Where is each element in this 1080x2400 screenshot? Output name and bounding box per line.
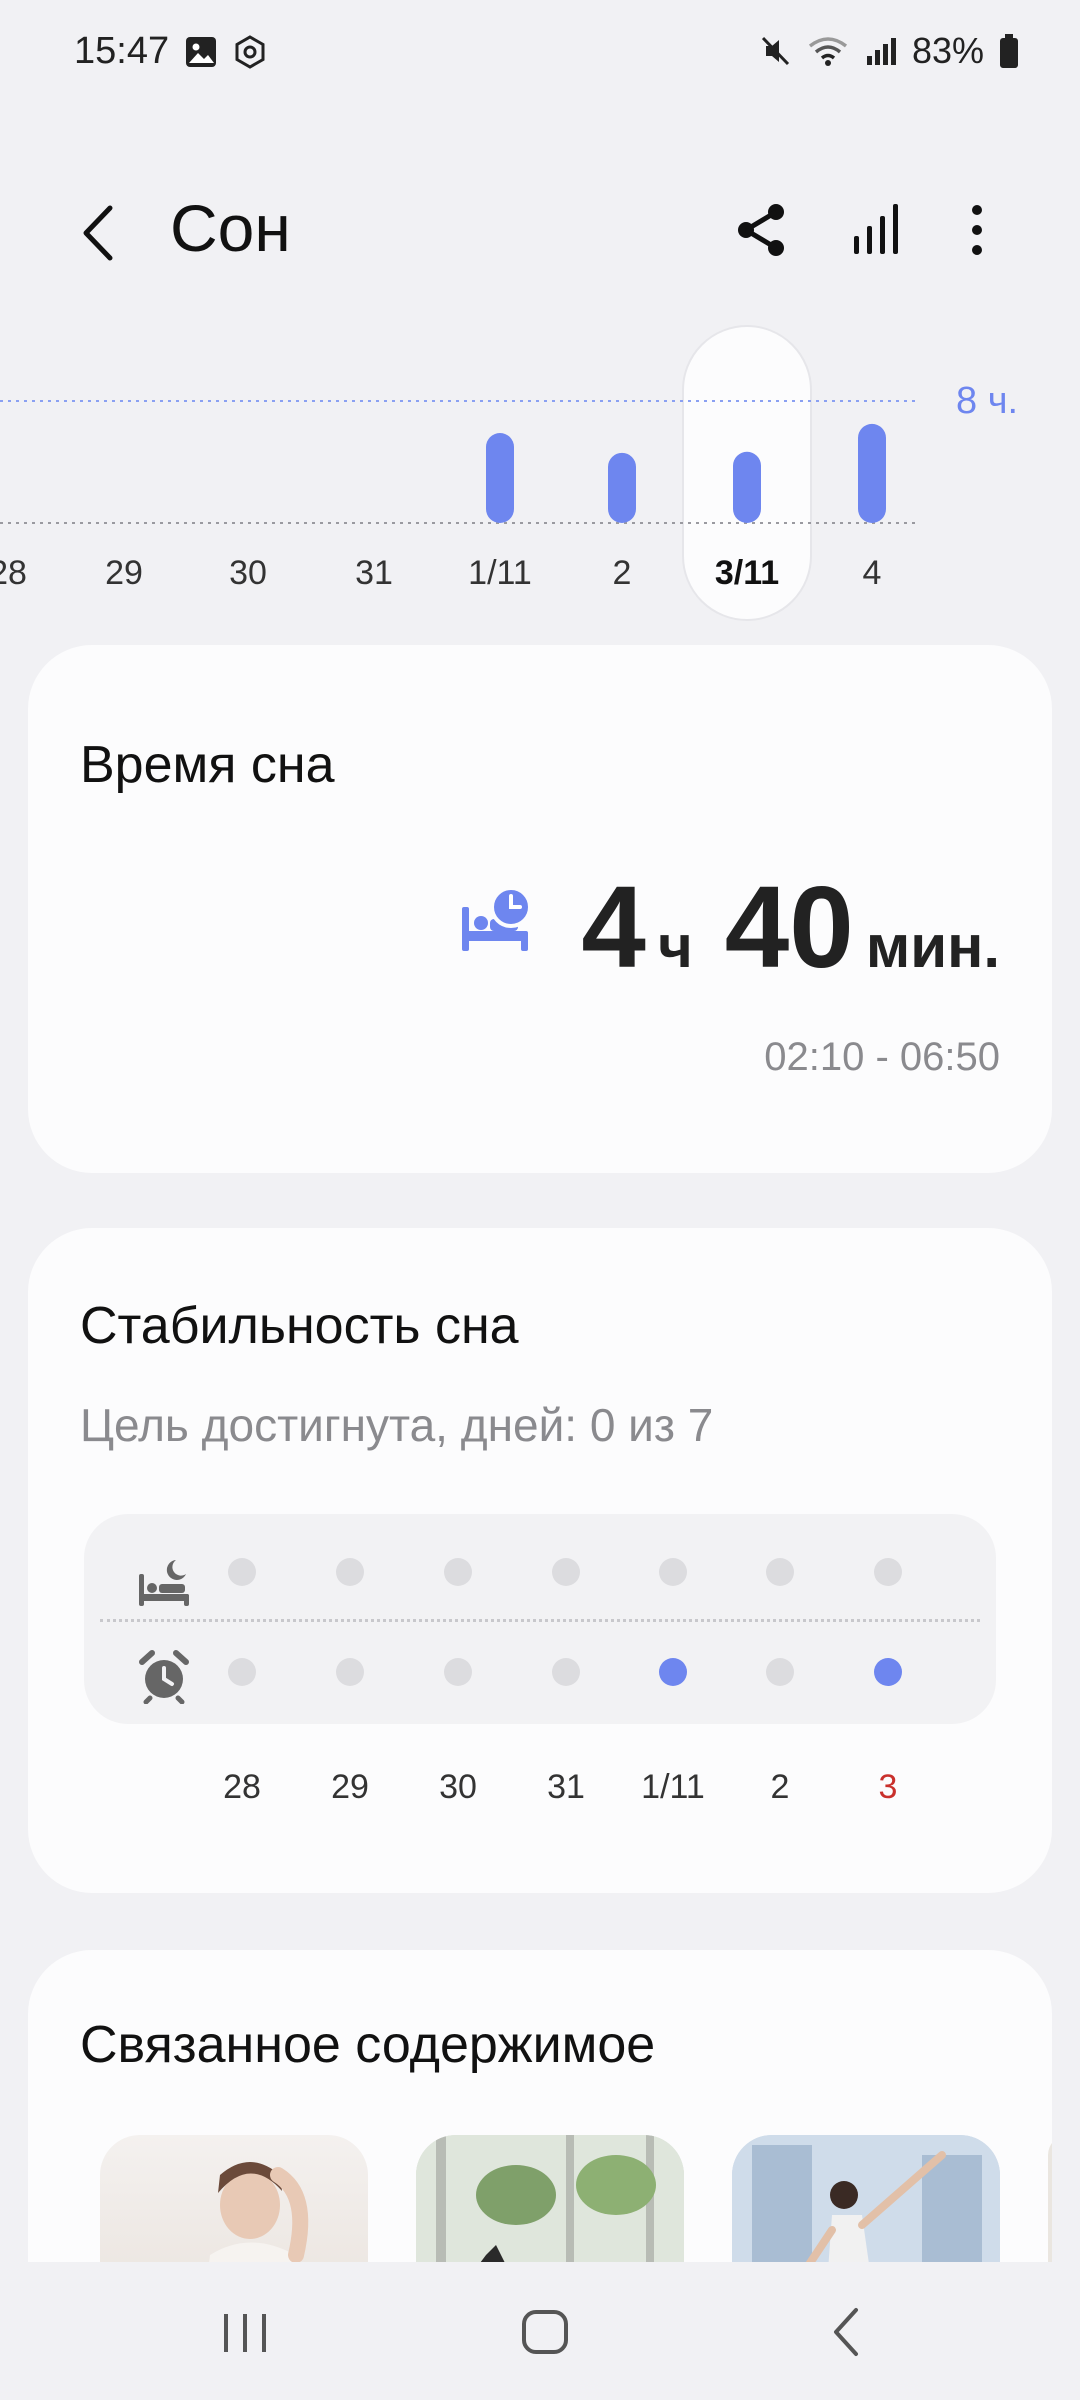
chart-day-label[interactable]: 31: [355, 554, 393, 593]
yoga-image: [732, 2135, 1000, 2270]
wakeup-dot: [444, 1658, 472, 1686]
page-title: Сон: [170, 191, 291, 265]
chart-day-label[interactable]: 1/11: [468, 554, 532, 593]
related-thumbnail-4[interactable]: [1048, 2135, 1052, 2270]
chart-day-label[interactable]: 4: [863, 554, 882, 593]
related-title: Связанное содержимое: [80, 2016, 656, 2074]
goal-line-label: 8 ч.: [956, 380, 1019, 422]
consistency-title: Стабильность сна: [80, 1297, 519, 1355]
related-thumbnail-1[interactable]: [100, 2135, 368, 2270]
more-icon[interactable]: [945, 198, 1009, 262]
gallery-icon: [186, 37, 216, 67]
nav-back-icon[interactable]: [812, 2302, 882, 2362]
consistency-day-label: 2: [770, 1768, 790, 1806]
duration-minutes-unit: мин.: [865, 913, 1000, 980]
chart-day-label[interactable]: 3/11: [715, 554, 779, 593]
consistency-day-label: 30: [439, 1768, 477, 1806]
wakeup-dot: [228, 1658, 256, 1686]
related-content-card[interactable]: Связанное содержимое: [28, 1950, 1052, 2270]
duration-hours-unit: ч: [657, 913, 693, 980]
wakeup-dot: [874, 1658, 902, 1686]
chart-canvas: [0, 325, 915, 621]
wakeup-dot: [766, 1658, 794, 1686]
related-thumbnail-2[interactable]: [416, 2135, 684, 2270]
wifi-icon: [808, 37, 848, 66]
home-icon[interactable]: [510, 2302, 580, 2362]
back-icon[interactable]: [70, 198, 130, 268]
mute-icon: [761, 36, 790, 66]
bed-clock-icon: [462, 886, 532, 951]
chart-day-label[interactable]: 30: [229, 554, 267, 593]
sleep-bar-chart[interactable]: 8 ч. 28 29 30 31 1/11 2 3/11 4: [0, 320, 1080, 630]
bedtime-dot: [766, 1558, 794, 1586]
duration-minutes: 40: [724, 862, 854, 992]
consistency-day-label: 28: [223, 1768, 261, 1806]
status-bar: 15:47 83%: [0, 0, 1080, 110]
chart-day-label[interactable]: 29: [105, 554, 143, 593]
bedtime-dot: [336, 1558, 364, 1586]
app-header: Сон: [0, 180, 1080, 280]
consistency-day-label: 3: [878, 1768, 898, 1806]
chart-day-label[interactable]: 2: [613, 554, 632, 593]
wakeup-dot: [552, 1658, 580, 1686]
bedtime-dot: [444, 1558, 472, 1586]
workout-image: [416, 2135, 684, 2270]
wakeup-dot: [336, 1658, 364, 1686]
bedtime-icon: [139, 1560, 189, 1606]
consistency-day-label: 29: [331, 1768, 369, 1806]
person-image: [208, 2162, 309, 2270]
alarm-icon: [139, 1650, 189, 1704]
wakeup-dot: [659, 1658, 687, 1686]
sleep-bar[interactable]: [486, 433, 514, 523]
consistency-day-label: 1/11: [641, 1768, 705, 1806]
sleep-bar[interactable]: [733, 451, 761, 523]
sleep-time-range: 02:10 - 06:50: [764, 1035, 1000, 1079]
related-thumbnail-3[interactable]: [732, 2135, 1000, 2270]
sleep-time-card[interactable]: Время сна 4 ч 40 мин. 02:10 - 06:50: [28, 645, 1052, 1173]
chart-day-label[interactable]: 28: [0, 554, 27, 593]
sleep-bar[interactable]: [858, 423, 886, 523]
sleep-time-title: Время сна: [80, 736, 335, 794]
sleep-duration: 4 ч 40 мин.: [581, 860, 1000, 994]
bedtime-dot: [552, 1558, 580, 1586]
status-time: 15:47: [74, 30, 170, 72]
share-icon[interactable]: [730, 198, 794, 262]
bedtime-dot: [874, 1558, 902, 1586]
battery-icon: [1000, 34, 1018, 68]
navigation-bar: [0, 2262, 1080, 2400]
consistency-goal-text: Цель достигнута, дней: 0 из 7: [80, 1399, 714, 1451]
consistency-dots-panel: [84, 1514, 996, 1724]
signal-icon: [866, 38, 896, 65]
duration-hours: 4: [581, 862, 646, 992]
bedtime-dot: [228, 1558, 256, 1586]
sleep-consistency-card[interactable]: Стабильность сна Цель достигнута, дней: …: [28, 1228, 1052, 1893]
recent-apps-icon[interactable]: [210, 2302, 280, 2362]
stats-icon[interactable]: [844, 198, 908, 262]
battery-percent: 83%: [911, 30, 984, 71]
dots-divider: [100, 1619, 980, 1622]
bedtime-dot: [659, 1558, 687, 1586]
consistency-day-label: 31: [547, 1768, 585, 1806]
sleep-bar[interactable]: [608, 452, 636, 523]
app-icon: [235, 35, 265, 69]
